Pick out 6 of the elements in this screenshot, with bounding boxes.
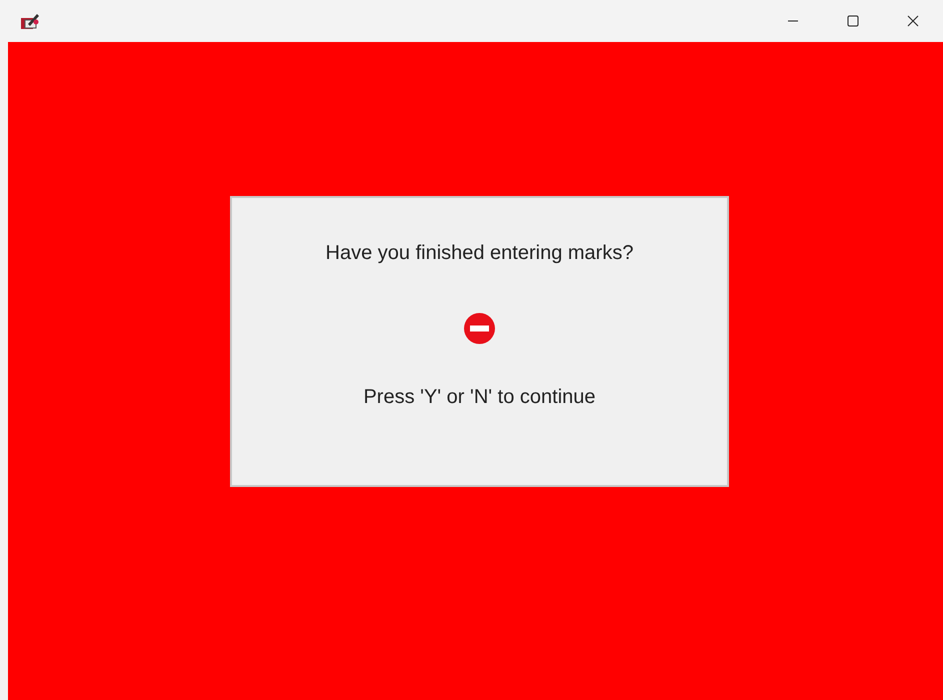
question-text: Have you finished entering marks? <box>326 241 634 266</box>
close-icon <box>907 15 919 27</box>
maximize-icon <box>847 15 859 27</box>
app-icon <box>20 12 40 30</box>
stop-icon <box>464 313 495 344</box>
prompt-text: Press 'Y' or 'N' to continue <box>363 385 596 410</box>
